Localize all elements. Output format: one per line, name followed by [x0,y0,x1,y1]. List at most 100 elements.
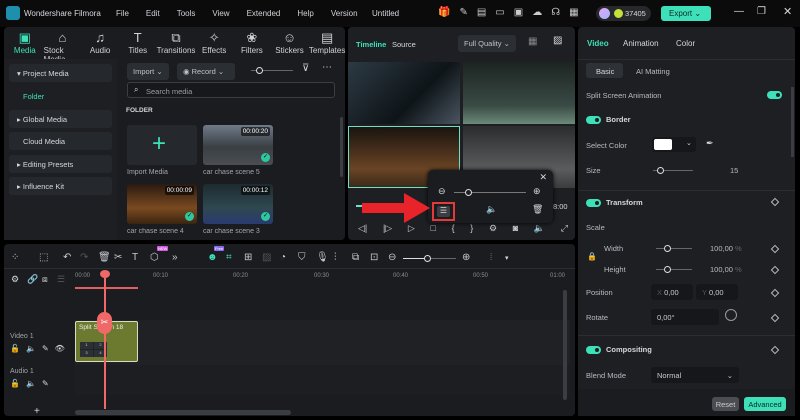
tab-effects[interactable]: ✧ Effects [195,30,233,64]
split-screen-animation-toggle[interactable] [767,91,782,99]
timeline-zoom-out-icon[interactable]: ⊖ [388,252,396,263]
ai-copilot-icon[interactable]: ☻ [207,252,218,263]
fit-icon[interactable]: ⊡ [370,252,378,263]
speed-icon[interactable]: ◔ [280,252,286,263]
advanced-button[interactable]: Advanced [744,397,786,411]
sidebar-item-global-media[interactable]: ▸ Global Media [9,110,112,128]
next-frame-icon[interactable]: |▷ [383,223,392,234]
split-cell-1[interactable] [348,62,460,124]
link-icon[interactable]: 🔗 [27,274,38,285]
timeline-zoom-slider[interactable] [403,255,456,262]
sidebar-item-cloud-media[interactable]: Cloud Media [9,132,112,150]
properties-scrollbar[interactable] [791,87,794,157]
subtab-ai-matting[interactable]: AI Matting [636,67,670,76]
compositing-toggle[interactable] [586,346,601,354]
track-eye-icon[interactable]: 👁 [55,344,71,353]
microphone-icon[interactable]: 🎙 [316,252,329,263]
crop-icon[interactable]: ⬡ [150,252,159,263]
menu-edit[interactable]: Edit [146,9,160,18]
more-tools-icon[interactable]: » [172,252,178,263]
volume-icon[interactable]: 🔈 [534,223,545,234]
track-mute-icon[interactable]: 🔈 [26,344,42,353]
restore-icon[interactable]: ❐ [757,6,766,17]
undo-icon[interactable]: ↶ [63,252,71,263]
track-hide-effects-icon[interactable]: ✎ [42,344,55,353]
position-y-input[interactable]: Y 0,00 [696,284,738,300]
snapshot-icon[interactable]: ▨ [553,35,562,46]
menu-version[interactable]: Version [331,9,358,18]
cut-icon[interactable]: ✂ [114,252,122,263]
track-lock-icon[interactable]: 🔓 [10,344,26,353]
search-input[interactable]: ⌕ Search media [127,82,335,98]
menu-help[interactable]: Help [297,9,313,18]
height-slider[interactable] [656,266,692,273]
playhead[interactable] [104,271,106,409]
tab-transitions[interactable]: ⧉ Transitions [157,30,196,64]
camera-icon[interactable]: ◙ [513,223,518,234]
more-icon[interactable]: ⋯ [322,62,332,73]
menu-tools[interactable]: Tools [177,9,196,18]
shield-icon[interactable]: ⛉ [298,252,306,263]
sidebar-item-project-media[interactable]: ▾ Project Media [9,64,112,82]
timeline-h-scrollbar[interactable] [75,410,291,415]
redo-icon[interactable]: ↷ [80,252,88,263]
track-hide-effects-icon[interactable]: ✎ [42,379,55,388]
position-x-input[interactable]: X 0,00 [651,284,693,300]
import-dropdown[interactable]: Import ⌄ [127,63,169,80]
record-dropdown[interactable]: ◉ Record ⌄ [177,63,235,80]
timeline-v-scrollbar[interactable] [563,290,567,400]
blend-mode-dropdown[interactable]: Normal ⌄ [651,367,739,383]
audio-icon[interactable]: 🔈 [486,204,497,215]
audio-mixer-icon[interactable]: ⫶ [334,252,337,263]
keyframe-icon[interactable] [770,244,780,254]
eyedropper-icon[interactable]: ✒ [706,138,714,149]
delete-icon[interactable]: 🗑 [98,252,111,263]
mark-icon[interactable]: ⊞ [244,252,252,263]
filter-icon[interactable]: ⊽ [302,63,309,74]
zoom-out-icon[interactable]: ⊖ [438,186,446,197]
support-icon[interactable]: ☊ [551,7,569,18]
keyframe-icon[interactable] [770,345,780,355]
adjust-button-highlight[interactable]: ☰ [432,202,455,221]
delete-icon[interactable]: 🗑 [532,204,543,215]
gift-icon[interactable]: 🎁 [438,7,459,18]
close-popup-icon[interactable]: ✕ [539,172,547,183]
media-item-car-chase-5[interactable]: 00:00:20 ✓ [203,125,273,165]
menu-file[interactable]: File [116,9,129,18]
keyframe-icon[interactable] [770,288,780,298]
rotate-dial-icon[interactable] [725,309,737,321]
popup-zoom-slider[interactable] [454,189,526,196]
select-icon[interactable]: ⬚ [39,252,48,263]
split-cell-2[interactable] [463,62,575,124]
lock-icon[interactable]: 🔒 [587,252,597,261]
thumbnail-size-slider[interactable] [251,67,293,74]
border-toggle[interactable] [586,116,601,124]
keyframe-icon[interactable] [770,197,780,207]
stop-icon[interactable]: □ [430,223,435,234]
timeline-zoom-in-icon[interactable]: ⊕ [462,252,470,263]
media-scrollbar[interactable] [340,117,343,177]
replace-icon[interactable]: ⧉ [352,252,359,263]
close-window-icon[interactable]: ✕ [783,5,792,18]
quality-dropdown[interactable]: Full Quality ⌄ [458,35,516,52]
tab-animation[interactable]: Animation [623,39,659,48]
track-height-icon[interactable]: ☰ [57,274,65,285]
menu-extended[interactable]: Extended [247,9,281,18]
track-settings-icon[interactable]: ⚙ [11,274,19,285]
media-item-car-chase-4[interactable]: 00:00:09 ✓ [127,184,197,224]
credits-badge[interactable]: 37405 [596,6,651,21]
tab-source[interactable]: Source [392,40,416,49]
keyframe-icon[interactable] [770,265,780,275]
apps-icon[interactable]: ▦ [569,7,587,18]
width-slider[interactable] [656,245,692,252]
tab-stickers[interactable]: ☺ Stickers [271,30,309,64]
add-track-button[interactable]: + [34,406,40,417]
play-icon[interactable]: ▷ [408,223,415,234]
work-area-range[interactable] [75,287,138,289]
track-lock-icon[interactable]: 🔓 [10,379,26,388]
save-icon[interactable]: ▣ [514,7,532,18]
zoom-in-icon[interactable]: ⊕ [533,186,541,197]
import-media-tile[interactable]: + [127,125,197,165]
sidebar-item-influence-kit[interactable]: ▸ Influence Kit [9,177,112,195]
text-icon[interactable]: T [132,252,138,263]
